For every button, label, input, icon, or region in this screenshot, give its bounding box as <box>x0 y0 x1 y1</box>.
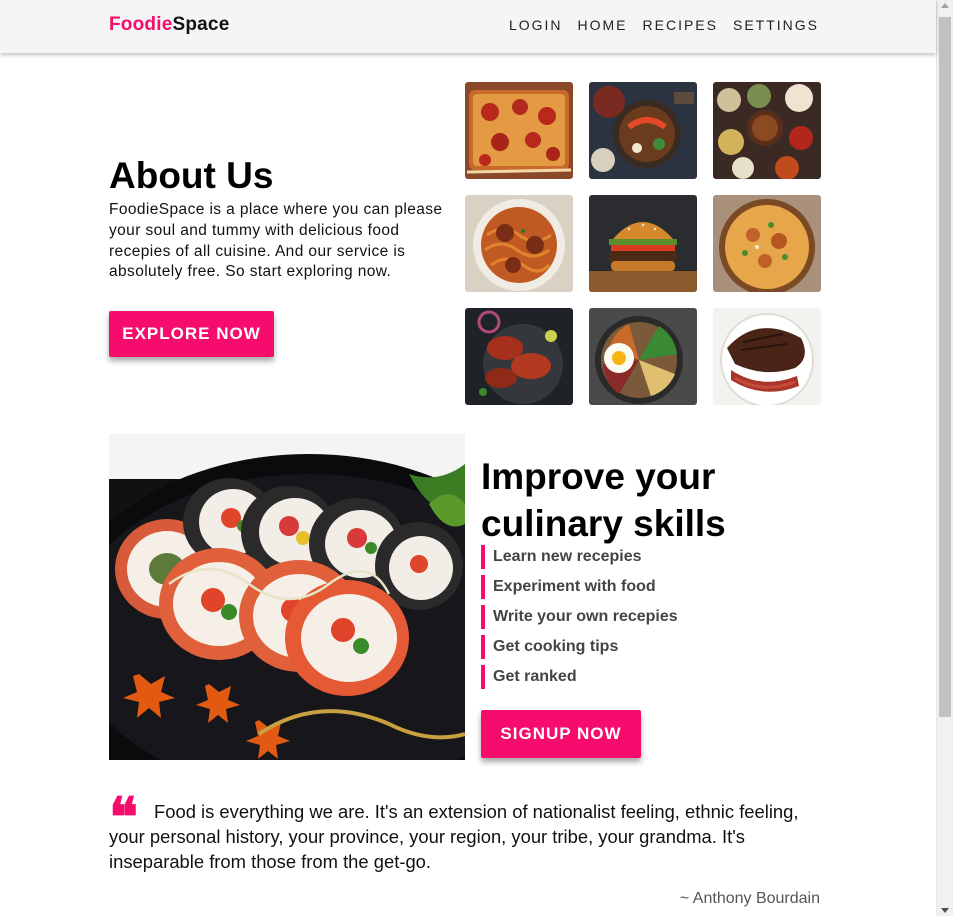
nav-recipes[interactable]: RECIPES <box>643 17 718 33</box>
about-title: About Us <box>109 155 274 196</box>
food-image-grilled-chicken <box>465 308 573 405</box>
sushi-image <box>109 434 465 760</box>
signup-now-button[interactable]: SIGNUP NOW <box>481 710 641 758</box>
improve-title: Improve your culinary skills <box>481 456 726 544</box>
quote-author: ~ Anthony Bourdain <box>679 890 820 907</box>
skill-item: Experiment with food <box>481 575 678 599</box>
food-image-bibimbap <box>589 308 697 405</box>
explore-now-button[interactable]: EXPLORE NOW <box>109 311 274 357</box>
skill-item: Learn new recepies <box>481 545 678 569</box>
nav-login[interactable]: LOGIN <box>509 17 563 33</box>
skill-item: Get ranked <box>481 665 678 689</box>
food-image-table-spread <box>713 82 821 179</box>
scroll-up-icon[interactable] <box>941 3 949 8</box>
skills-list: Learn new recepies Experiment with food … <box>481 545 678 695</box>
about-text: FoodieSpace is a place where you can ple… <box>109 201 443 281</box>
brand-logo[interactable]: FoodieSpace <box>109 14 229 36</box>
brand-part-space: Space <box>172 14 230 35</box>
nav-settings[interactable]: SETTINGS <box>733 17 819 33</box>
brand-part-foodie: Foodie <box>109 14 173 35</box>
scroll-down-icon[interactable] <box>941 908 949 913</box>
navbar: FoodieSpace LOGIN HOME RECIPES SETTINGS <box>0 0 936 53</box>
quote-text: Food is everything we are. It's an exten… <box>109 801 799 872</box>
food-image-rice-bowl <box>589 82 697 179</box>
food-image-burger <box>589 195 697 292</box>
vertical-scrollbar[interactable] <box>936 0 953 916</box>
food-image-spaghetti <box>465 195 573 292</box>
skill-item: Get cooking tips <box>481 635 678 659</box>
food-image-pizza <box>465 82 573 179</box>
scrollbar-thumb[interactable] <box>939 17 951 717</box>
food-image-biryani <box>713 195 821 292</box>
skill-item: Write your own recepies <box>481 605 678 629</box>
food-image-steak <box>713 308 821 405</box>
food-gallery <box>465 82 821 405</box>
nav-home[interactable]: HOME <box>578 17 628 33</box>
nav-links: LOGIN HOME RECIPES SETTINGS <box>509 17 819 33</box>
